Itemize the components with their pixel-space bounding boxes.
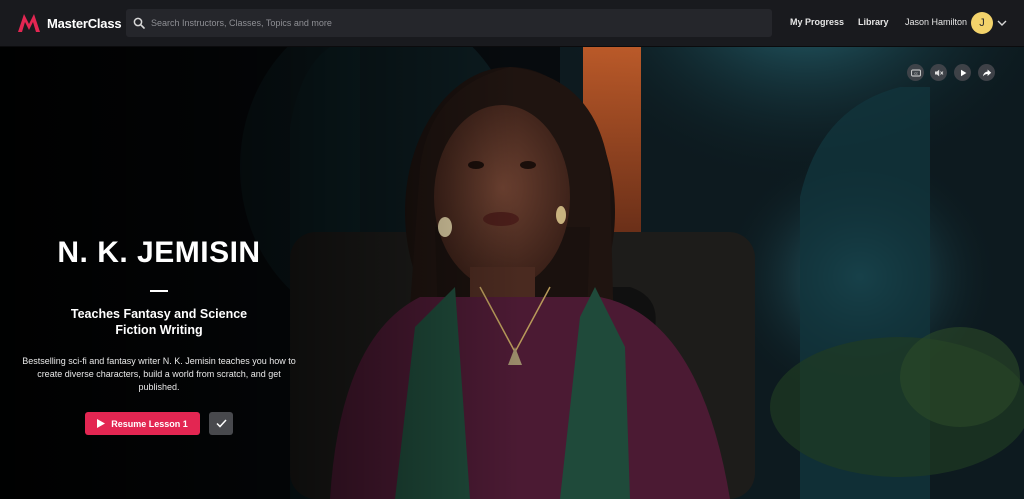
course-title: Teaches Fantasy and Science Fiction Writ… xyxy=(70,307,248,337)
hero-section: N. K. JEMISIN Teaches Fantasy and Scienc… xyxy=(0,47,1024,499)
title-divider xyxy=(150,290,168,292)
brand-link[interactable]: MasterClass xyxy=(17,13,122,33)
search-icon xyxy=(133,17,145,29)
share-icon xyxy=(982,69,991,76)
play-button[interactable] xyxy=(954,64,971,81)
course-description: Bestselling sci-fi and fantasy writer N.… xyxy=(22,356,296,392)
user-name[interactable]: Jason Hamilton xyxy=(905,17,967,27)
search-input[interactable] xyxy=(151,18,751,28)
resume-lesson-label: Resume Lesson 1 xyxy=(111,418,188,429)
checkmark-icon xyxy=(215,419,227,428)
chevron-down-icon[interactable] xyxy=(997,18,1007,28)
mute-button[interactable] xyxy=(930,64,947,81)
svg-text:cc: cc xyxy=(914,71,918,75)
brand-name: MasterClass xyxy=(47,15,122,31)
top-navigation-bar: MasterClass My Progress Library Jason Ha… xyxy=(0,0,1024,47)
my-progress-link[interactable]: My Progress xyxy=(790,17,844,27)
play-icon xyxy=(97,419,106,428)
search-bar[interactable] xyxy=(126,9,772,37)
share-button[interactable] xyxy=(978,64,995,81)
instructor-name: N. K. JEMISIN xyxy=(57,236,261,269)
play-icon xyxy=(960,69,966,76)
add-to-list-button[interactable] xyxy=(209,412,233,435)
volume-muted-icon xyxy=(934,69,943,76)
masterclass-logo-icon xyxy=(18,14,40,32)
library-link[interactable]: Library xyxy=(858,17,889,27)
captions-icon: cc xyxy=(910,69,921,76)
avatar[interactable]: J xyxy=(971,12,993,34)
captions-button[interactable]: cc xyxy=(907,64,924,81)
course-info-panel: N. K. JEMISIN Teaches Fantasy and Scienc… xyxy=(0,47,318,499)
resume-lesson-button[interactable]: Resume Lesson 1 xyxy=(85,412,200,435)
